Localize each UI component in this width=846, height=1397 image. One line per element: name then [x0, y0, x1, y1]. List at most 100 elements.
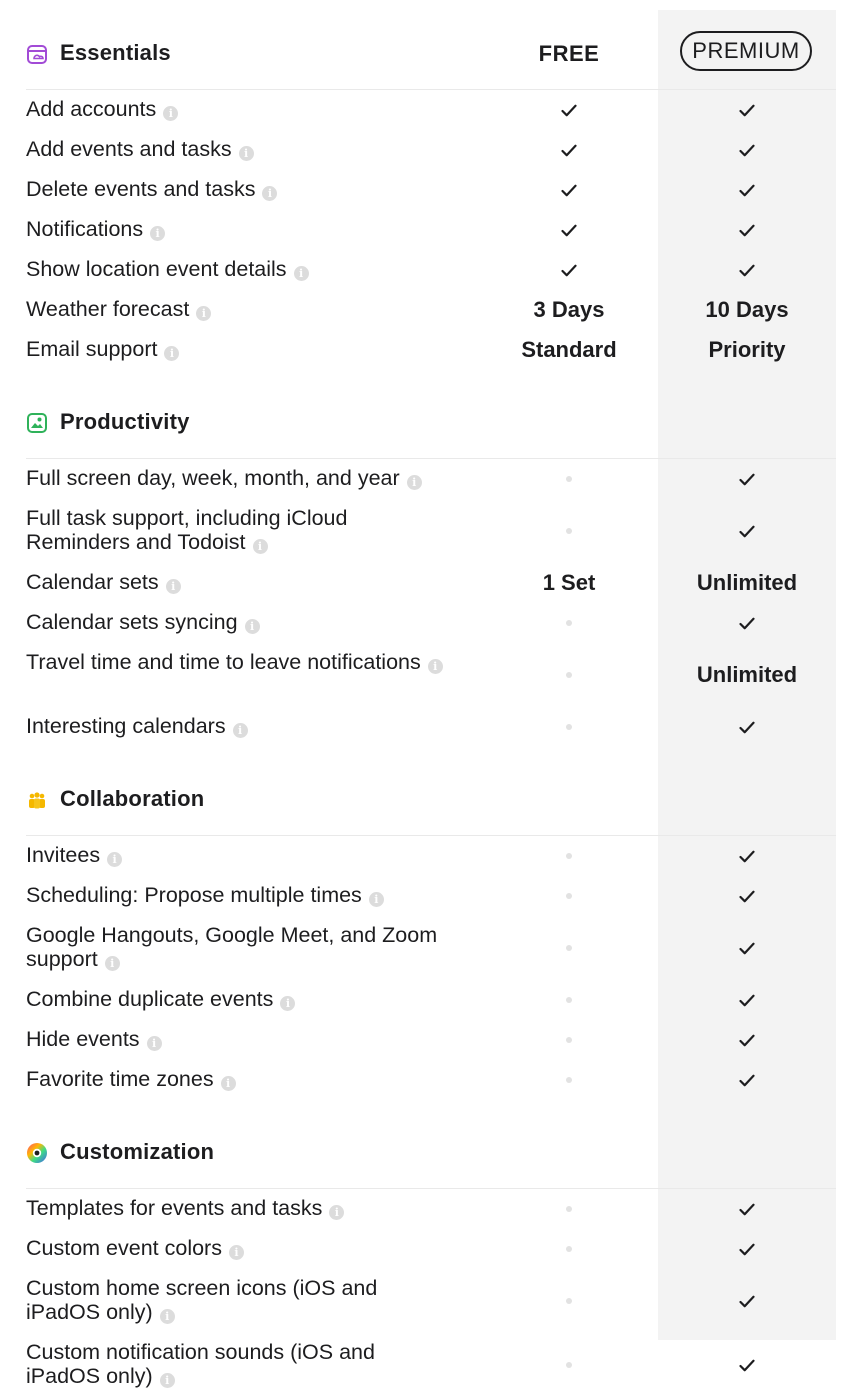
feature-label: Calendar sets i [26, 570, 466, 594]
dot-icon [566, 1037, 572, 1043]
info-icon[interactable]: i [159, 1309, 175, 1324]
info-icon[interactable]: i [107, 852, 123, 867]
premium-checkmark-icon [658, 916, 836, 980]
feature-name: Custom home screen icons (iOS and iPadOS… [26, 1276, 378, 1324]
feature-row: Custom event colors i [26, 1229, 836, 1269]
premium-checkmark-icon [658, 459, 836, 499]
feature-row: Calendar sets i 1 Set Unlimited [26, 563, 836, 603]
info-icon[interactable]: i [159, 1373, 175, 1388]
calendar-icon [26, 43, 48, 65]
info-icon[interactable]: i [228, 1245, 244, 1260]
info-icon[interactable]: i [406, 475, 422, 490]
premium-checkmark-icon [658, 250, 836, 290]
premium-checkmark-icon [658, 170, 836, 210]
feature-name: Custom notification sounds (iOS and iPad… [26, 1340, 375, 1388]
free-not-included-dot [506, 499, 632, 563]
info-icon[interactable]: i [220, 1076, 236, 1091]
free-value: Standard [521, 337, 617, 362]
feature-label: Full task support, including iCloud Remi… [26, 506, 446, 554]
section-title: Productivity [60, 409, 190, 434]
feature-name: Email support [26, 337, 158, 361]
free-plan-header: FREE [538, 41, 600, 66]
feature-label: Scheduling: Propose multiple times i [26, 883, 466, 907]
feature-name: Travel time and time to leave notificati… [26, 650, 421, 674]
feature-name: Custom event colors [26, 1236, 222, 1260]
feature-label: Templates for events and tasks i [26, 1196, 466, 1220]
feature-label: Full screen day, week, month, and year i [26, 466, 466, 490]
feature-row: Invitees i [26, 836, 836, 876]
premium-checkmark-icon [658, 1333, 836, 1397]
feature-name: Invitees [26, 843, 101, 867]
info-icon[interactable]: i [244, 619, 260, 634]
dot-icon [566, 997, 572, 1003]
info-icon[interactable]: i [163, 106, 179, 121]
info-icon[interactable]: i [150, 226, 166, 241]
feature-name: Favorite time zones [26, 1067, 214, 1091]
dot-icon [566, 528, 572, 534]
info-icon[interactable]: i [196, 306, 212, 321]
feature-label: Add accounts i [26, 97, 466, 121]
info-icon[interactable]: i [146, 1036, 162, 1051]
free-not-included-dot [506, 836, 632, 876]
feature-row: Custom notification sounds (iOS and iPad… [26, 1333, 836, 1397]
feature-row: Scheduling: Propose multiple times i [26, 876, 836, 916]
premium-checkmark-icon [658, 707, 836, 747]
info-icon[interactable]: i [238, 146, 254, 161]
feature-label: Add events and tasks i [26, 137, 466, 161]
info-icon[interactable]: i [293, 266, 309, 281]
feature-name: Calendar sets syncing [26, 610, 238, 634]
free-not-included-dot [506, 1189, 632, 1229]
dot-icon [566, 945, 572, 951]
free-checkmark-icon [506, 170, 632, 210]
info-icon[interactable]: i [164, 346, 180, 361]
dot-icon [566, 1206, 572, 1212]
premium-plan-badge[interactable]: PREMIUM [680, 31, 812, 71]
feature-name: Add events and tasks [26, 137, 232, 161]
feature-label: Show location event details i [26, 257, 466, 281]
feature-row: Full task support, including iCloud Remi… [26, 499, 836, 563]
free-not-included-dot [506, 916, 632, 980]
free-not-included-dot [506, 707, 632, 747]
section-title: Customization [60, 1139, 215, 1164]
feature-row: Add events and tasks i [26, 130, 836, 170]
info-icon[interactable]: i [280, 996, 296, 1011]
free-checkmark-icon [506, 90, 632, 130]
dot-icon [566, 620, 572, 626]
feature-name: Notifications [26, 217, 144, 241]
feature-label: Custom home screen icons (iOS and iPadOS… [26, 1276, 446, 1324]
section-header-customization: Customization [26, 1118, 836, 1189]
info-icon[interactable]: i [104, 956, 120, 971]
free-not-included-dot [506, 1229, 632, 1269]
feature-row: Interesting calendars i [26, 707, 836, 747]
productivity-icon [26, 412, 48, 434]
info-icon[interactable]: i [165, 579, 181, 594]
feature-name: Interesting calendars [26, 714, 226, 738]
info-icon[interactable]: i [329, 1205, 345, 1220]
free-not-included-dot [506, 1333, 632, 1397]
dot-icon [566, 1362, 572, 1368]
premium-checkmark-icon [658, 130, 836, 170]
free-value: 1 Set [542, 570, 596, 595]
info-icon[interactable]: i [252, 539, 268, 554]
feature-name: Hide events [26, 1027, 140, 1051]
feature-name: Google Hangouts, Google Meet, and Zoom s… [26, 923, 438, 971]
dot-icon [566, 1246, 572, 1252]
feature-row: Show location event details i [26, 250, 836, 290]
premium-checkmark-icon [658, 980, 836, 1020]
free-checkmark-icon [506, 130, 632, 170]
premium-value: 10 Days [705, 297, 789, 322]
section-header-productivity: Productivity [26, 388, 836, 459]
info-icon[interactable]: i [262, 186, 278, 201]
feature-row: Travel time and time to leave notificati… [26, 643, 836, 707]
feature-label: Weather forecast i [26, 297, 466, 321]
info-icon[interactable]: i [232, 723, 248, 738]
feature-row: Hide events i [26, 1020, 836, 1060]
free-not-included-dot [506, 643, 632, 707]
info-icon[interactable]: i [427, 659, 443, 674]
premium-checkmark-icon [658, 1189, 836, 1229]
info-icon[interactable]: i [368, 892, 384, 907]
free-checkmark-icon [506, 210, 632, 250]
